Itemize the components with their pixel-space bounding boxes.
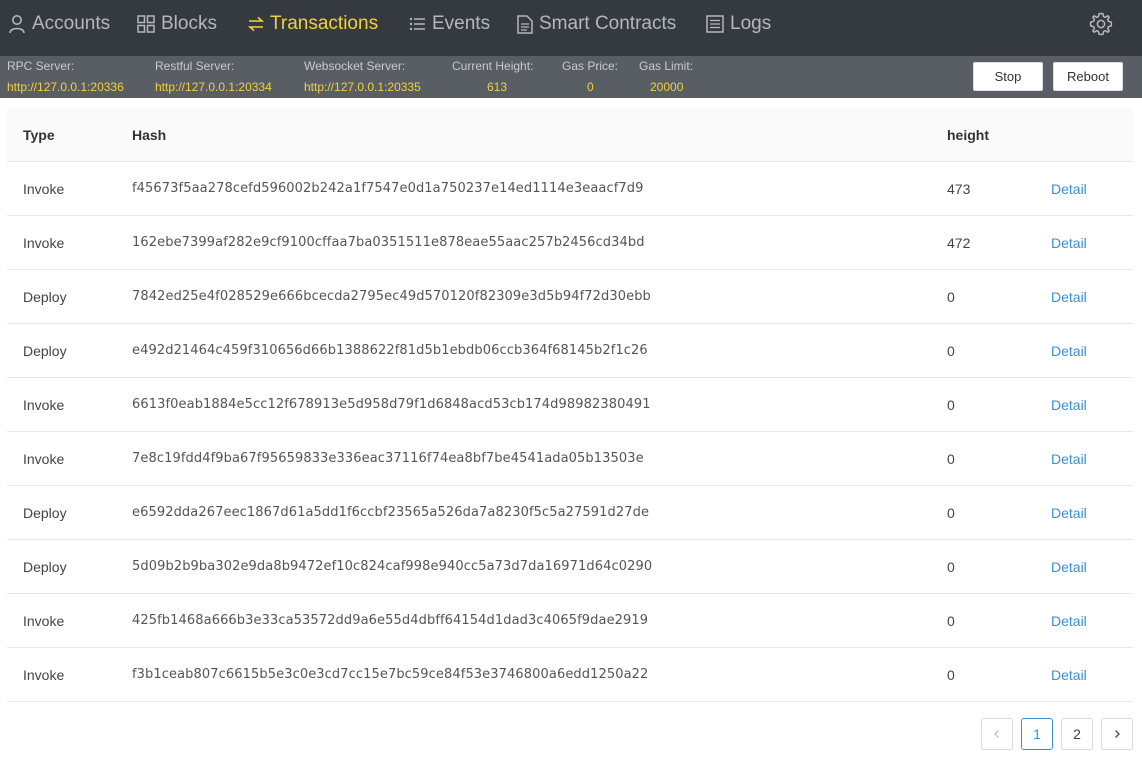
gas-price-label: Gas Price: xyxy=(562,59,619,73)
list-icon xyxy=(409,17,425,31)
row-type: Deploy xyxy=(23,505,67,521)
table-body: Invoke f45673f5aa278cefd596002b242a1f754… xyxy=(7,162,1133,702)
row-type: Invoke xyxy=(23,667,65,683)
rpc-server-value: http://127.0.0.1:20336 xyxy=(7,80,124,94)
detail-link[interactable]: Detail xyxy=(1051,378,1087,432)
row-height: 0 xyxy=(947,343,955,359)
detail-link[interactable]: Detail xyxy=(1051,486,1087,540)
table-row: Invoke 425fb1468a666b3e33ca53572dd9a6e55… xyxy=(7,594,1133,648)
row-type: Invoke xyxy=(23,397,65,413)
swap-icon xyxy=(248,16,264,32)
row-height: 0 xyxy=(947,559,955,575)
pagination-prev-button[interactable] xyxy=(981,718,1013,750)
row-hash: 7e8c19fdd4f9ba67f95659833e336eac37116f74… xyxy=(132,451,644,466)
nav-logs-label: Logs xyxy=(730,13,772,34)
column-header-height[interactable]: height xyxy=(947,108,989,162)
pagination-page-1[interactable]: 1 xyxy=(1021,718,1053,750)
row-hash: e492d21464c459f310656d66b1388622f81d5b1e… xyxy=(132,343,648,358)
chevron-left-icon xyxy=(994,730,999,738)
row-height: 0 xyxy=(947,397,955,413)
chevron-right-icon xyxy=(1115,730,1120,738)
detail-link[interactable]: Detail xyxy=(1051,594,1087,648)
column-header-type[interactable]: Type xyxy=(23,108,55,162)
rpc-server-label: RPC Server: xyxy=(7,59,75,73)
column-header-hash[interactable]: Hash xyxy=(132,108,166,162)
detail-link[interactable]: Detail xyxy=(1051,270,1087,324)
table-row: Invoke 162ebe7399af282e9cf9100cffaa7ba03… xyxy=(7,216,1133,270)
row-height: 0 xyxy=(947,505,955,521)
row-height: 0 xyxy=(947,451,955,467)
table-header: Type Hash height xyxy=(7,108,1133,162)
nav-transactions[interactable]: Transactions xyxy=(248,0,378,48)
detail-link[interactable]: Detail xyxy=(1051,324,1087,378)
row-hash: 425fb1468a666b3e33ca53572dd9a6e55d4dbff6… xyxy=(132,613,649,628)
nav-smart-contracts-label: Smart Contracts xyxy=(539,13,677,34)
websocket-server-label: Websocket Server: xyxy=(304,59,406,73)
pagination-next-button[interactable] xyxy=(1101,718,1133,750)
user-icon xyxy=(9,15,25,34)
row-hash: f3b1ceab807c6615b5e3c0e3cd7cc15e7bc59ce8… xyxy=(132,667,649,682)
table-row: Deploy e6592dda267eec1867d61a5dd1f6ccbf2… xyxy=(7,486,1133,540)
table-row: Deploy 5d09b2b9ba302e9da8b9472ef10c824ca… xyxy=(7,540,1133,594)
gas-price-value: 0 xyxy=(587,80,594,94)
nav-smart-contracts[interactable]: Smart Contracts xyxy=(517,0,676,48)
row-height: 0 xyxy=(947,667,955,683)
restful-server-value: http://127.0.0.1:20334 xyxy=(155,80,272,94)
nav-accounts[interactable]: Accounts xyxy=(8,0,110,48)
transactions-table: Type Hash height Invoke f45673f5aa278cef… xyxy=(7,108,1133,702)
detail-link[interactable]: Detail xyxy=(1051,432,1087,486)
row-type: Deploy xyxy=(23,559,67,575)
row-height: 0 xyxy=(947,613,955,629)
nav-logs[interactable]: Logs xyxy=(706,0,771,48)
nav-transactions-label: Transactions xyxy=(270,13,379,34)
row-type: Invoke xyxy=(23,181,65,197)
document-icon xyxy=(517,14,533,34)
nav-events[interactable]: Events xyxy=(409,0,490,48)
stop-button[interactable]: Stop xyxy=(973,62,1043,91)
detail-link[interactable]: Detail xyxy=(1051,162,1087,216)
current-height-label: Current Height: xyxy=(452,59,534,73)
row-type: Invoke xyxy=(23,613,65,629)
row-type: Invoke xyxy=(23,451,65,467)
row-type: Invoke xyxy=(23,235,65,251)
row-height: 473 xyxy=(947,181,971,197)
row-hash: e6592dda267eec1867d61a5dd1f6ccbf23565a52… xyxy=(132,505,650,520)
gas-limit-label: Gas Limit: xyxy=(639,59,694,73)
row-hash: 5d09b2b9ba302e9da8b9472ef10c824caf998e94… xyxy=(132,559,653,574)
row-type: Deploy xyxy=(23,289,67,305)
row-hash: f45673f5aa278cefd596002b242a1f7547e0d1a7… xyxy=(132,181,644,196)
table-row: Invoke f3b1ceab807c6615b5e3c0e3cd7cc15e7… xyxy=(7,648,1133,702)
row-height: 0 xyxy=(947,289,955,305)
table-row: Deploy e492d21464c459f310656d66b1388622f… xyxy=(7,324,1133,378)
grid-icon xyxy=(137,15,155,33)
detail-link[interactable]: Detail xyxy=(1051,540,1087,594)
server-status-bar: RPC Server: http://127.0.0.1:20336 Restf… xyxy=(0,56,1142,98)
gas-limit-value: 20000 xyxy=(650,80,684,94)
row-hash: 162ebe7399af282e9cf9100cffaa7ba0351511e8… xyxy=(132,235,645,250)
row-type: Deploy xyxy=(23,343,67,359)
nav-events-label: Events xyxy=(432,13,491,34)
detail-link[interactable]: Detail xyxy=(1051,648,1087,702)
current-height-value: 613 xyxy=(487,80,508,94)
log-icon xyxy=(706,15,724,33)
row-hash: 6613f0eab1884e5cc12f678913e5d958d79f1d68… xyxy=(132,397,651,412)
top-navigation: Accounts Blocks Transactions Events Smar… xyxy=(0,0,1142,56)
detail-link[interactable]: Detail xyxy=(1051,216,1087,270)
nav-blocks[interactable]: Blocks xyxy=(137,0,217,48)
websocket-server-value: http://127.0.0.1:20335 xyxy=(304,80,421,94)
reboot-button[interactable]: Reboot xyxy=(1053,62,1123,91)
table-row: Deploy 7842ed25e4f028529e666bcecda2795ec… xyxy=(7,270,1133,324)
row-height: 472 xyxy=(947,235,971,251)
table-row: Invoke f45673f5aa278cefd596002b242a1f754… xyxy=(7,162,1133,216)
restful-server-label: Restful Server: xyxy=(155,59,235,73)
row-hash: 7842ed25e4f028529e666bcecda2795ec49d5701… xyxy=(132,289,651,304)
table-row: Invoke 7e8c19fdd4f9ba67f95659833e336eac3… xyxy=(7,432,1133,486)
nav-accounts-label: Accounts xyxy=(32,13,111,34)
nav-blocks-label: Blocks xyxy=(161,13,217,34)
table-row: Invoke 6613f0eab1884e5cc12f678913e5d958d… xyxy=(7,378,1133,432)
pagination-page-2[interactable]: 2 xyxy=(1061,718,1093,750)
gear-icon[interactable] xyxy=(1089,12,1113,36)
